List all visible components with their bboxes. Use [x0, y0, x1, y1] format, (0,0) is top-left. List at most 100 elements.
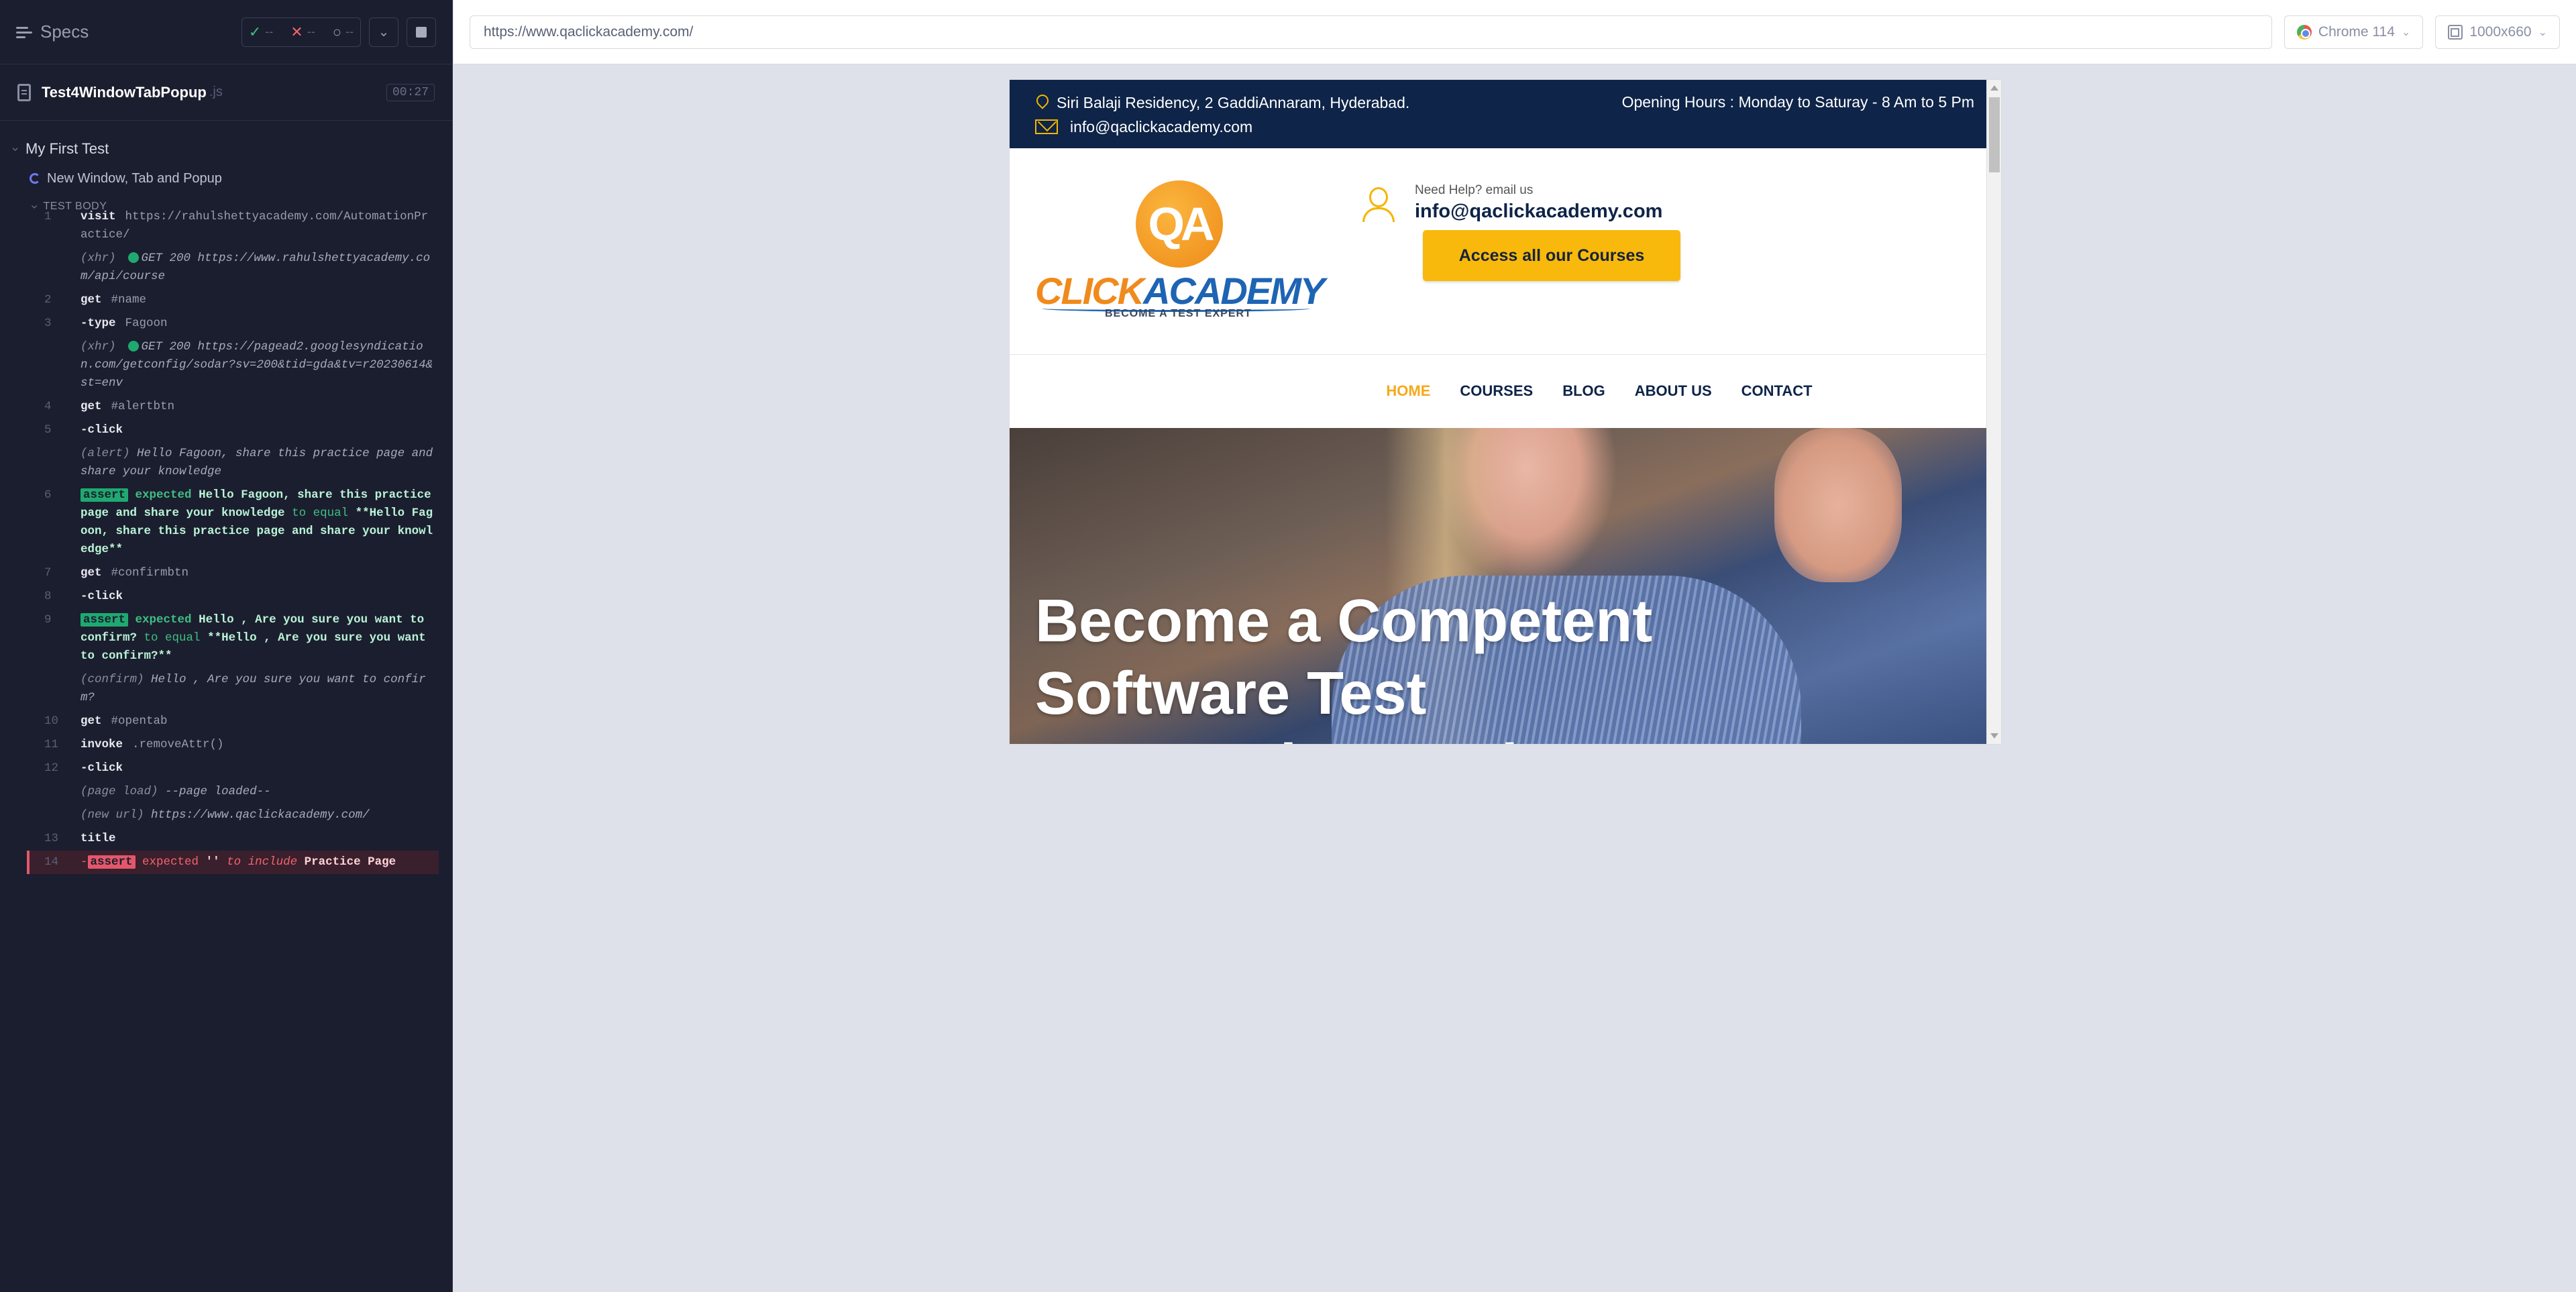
event-message: --page loaded--: [165, 785, 271, 798]
command-row[interactable]: 8 -click: [30, 585, 439, 608]
site-nav: HOME COURSES BLOG ABOUT US CONTACT: [1010, 355, 2001, 427]
command-body: -type Fagoon: [80, 315, 435, 333]
event-message: https://www.qaclickacademy.com/: [151, 808, 370, 822]
command-row[interactable]: 7 get #confirmbtn: [30, 561, 439, 585]
nav-courses[interactable]: COURSES: [1460, 382, 1533, 400]
failed-stat: ✕ --: [290, 23, 315, 41]
help-text: Need Help? email us: [1415, 183, 1534, 197]
event-type: (page load): [80, 785, 158, 798]
site-email[interactable]: info@qaclickacademy.com: [1070, 115, 1252, 139]
assert-expected-word: expected: [142, 855, 199, 869]
scroll-down-arrow-icon[interactable]: [1990, 733, 1998, 739]
command-body: get #opentab: [80, 712, 435, 731]
command-row[interactable]: 5 -click: [30, 419, 439, 442]
command-row[interactable]: 1 visit https://rahulshettyacademy.com/Aut…: [30, 205, 439, 247]
command-number: [30, 445, 80, 481]
command-body: (alert) Hello Fagoon, share this practic…: [80, 445, 435, 481]
spec-ext: .js: [209, 85, 223, 99]
event-message: Hello Fagoon, share this practice page a…: [80, 447, 433, 478]
nav-about-us[interactable]: ABOUT US: [1635, 382, 1712, 400]
command-event-row[interactable]: (confirm) Hello , Are you sure you want …: [30, 668, 439, 710]
run-stats: ✓ -- ✕ -- ○ -- ⌄: [241, 17, 436, 47]
command-number: [30, 806, 80, 824]
xhr-status: GET 200: [141, 340, 191, 354]
spec-row[interactable]: Test4WindowTabPopup .js 00:27: [0, 64, 452, 121]
pending-icon: ○: [332, 23, 341, 40]
nav-blog[interactable]: BLOG: [1562, 382, 1605, 400]
access-courses-button[interactable]: Access all our Courses: [1423, 230, 1680, 281]
command-row[interactable]: 3 -type Fagoon: [30, 312, 439, 335]
pending-count: --: [345, 25, 354, 38]
command-event-row[interactable]: (xhr) GET 200 https://pagead2.googlesyndi…: [30, 335, 439, 395]
event-type: (confirm): [80, 673, 144, 686]
specs-button[interactable]: Specs: [16, 21, 89, 42]
command-body: assert expected Hello Fagoon, share this…: [80, 486, 435, 559]
assert-badge: assert: [80, 488, 129, 502]
command-name: get: [80, 566, 102, 580]
command-body: visit https://rahulshettyacademy.com/Auto…: [80, 208, 435, 244]
command-row[interactable]: 14 - assert expected '' to include Practic…: [27, 851, 439, 874]
aut-header: https://www.qaclickacademy.com/ Chrome 1…: [453, 0, 2576, 64]
command-row[interactable]: 10 get #opentab: [30, 710, 439, 733]
command-row[interactable]: 9 assert expected Hello , Are you sure yo…: [30, 608, 439, 668]
suite-label: My First Test: [25, 140, 109, 157]
collapse-button[interactable]: ⌄: [369, 17, 398, 47]
spec-name: Test4WindowTabPopup: [42, 83, 207, 101]
command-row[interactable]: 4 get #alertbtn: [30, 395, 439, 419]
assert-expected-word: expected: [135, 613, 192, 627]
stop-button[interactable]: [407, 17, 436, 47]
command-row[interactable]: 2 get #name: [30, 288, 439, 312]
browser-selector[interactable]: Chrome 114 ⌄: [2284, 15, 2424, 49]
mail-icon: [1035, 119, 1058, 134]
suite-title[interactable]: › My First Test: [9, 134, 452, 164]
assert-actual: '': [205, 855, 220, 869]
command-message: Fagoon: [125, 317, 168, 330]
assert-badge: assert: [80, 613, 129, 627]
hero-line-2: Software Test: [1035, 660, 1427, 727]
command-number: 1: [44, 210, 52, 223]
command-body: - assert expected '' to include Practice …: [80, 853, 435, 871]
command-number: 12: [44, 761, 59, 775]
command-row[interactable]: 13 title: [30, 827, 439, 851]
command-number: 8: [44, 590, 52, 603]
command-event-row[interactable]: (xhr) GET 200 https://www.rahulshettyacad…: [30, 247, 439, 288]
site-logo[interactable]: QA CLICKACADEMY BECOME A TEST EXPERT: [1035, 180, 1325, 321]
check-icon: ✓: [248, 23, 262, 40]
scroll-up-arrow-icon[interactable]: [1990, 85, 1998, 91]
command-name: -click: [80, 423, 123, 437]
command-body: get #confirmbtn: [80, 564, 435, 582]
site-address: Siri Balaji Residency, 2 GaddiAnnaram, H…: [1057, 94, 1410, 111]
chevron-down-icon: ⌄: [2538, 26, 2547, 38]
command-log: 1 visit https://rahulshettyacademy.com/Aut…: [27, 205, 439, 874]
stop-icon: [416, 26, 427, 38]
test-title[interactable]: New Window, Tab and Popup: [13, 164, 452, 193]
command-number: 5: [44, 423, 52, 437]
scroll-thumb[interactable]: [1989, 97, 2000, 172]
site-topbar: Siri Balaji Residency, 2 GaddiAnnaram, H…: [1010, 80, 2001, 148]
command-row[interactable]: 12 -click: [30, 757, 439, 780]
nav-contact[interactable]: CONTACT: [1741, 382, 1813, 400]
command-row[interactable]: 6 assert expected Hello Fagoon, share thi…: [30, 484, 439, 561]
command-row[interactable]: 11 invoke .removeAttr(): [30, 733, 439, 757]
viewport-selector[interactable]: 1000x660 ⌄: [2435, 15, 2560, 49]
url-bar[interactable]: https://www.qaclickacademy.com/: [470, 15, 2272, 49]
command-prefix: -: [80, 855, 88, 869]
command-name: visit: [80, 210, 116, 223]
command-event-row[interactable]: (alert) Hello Fagoon, share this practic…: [30, 442, 439, 484]
assert-operator: to equal: [292, 506, 349, 520]
command-body: invoke .removeAttr(): [80, 736, 435, 754]
command-event-row[interactable]: (new url) https://www.qaclickacademy.com…: [30, 804, 439, 827]
assert-operator: to include: [227, 855, 298, 869]
command-name: get: [80, 714, 102, 728]
opening-hours: Opening Hours : Monday to Saturay - 8 Am…: [1621, 93, 1974, 111]
help-email[interactable]: info@qaclickacademy.com: [1415, 201, 1662, 223]
command-number: 13: [44, 832, 59, 845]
command-number: [30, 783, 80, 801]
command-number: 2: [44, 293, 52, 307]
site-header: QA CLICKACADEMY BECOME A TEST EXPERT Nee…: [1010, 148, 2001, 355]
document-icon: [17, 83, 31, 101]
nav-home[interactable]: HOME: [1386, 382, 1430, 400]
command-number: 3: [44, 317, 52, 330]
command-event-row[interactable]: (page load) --page loaded--: [30, 780, 439, 804]
aut-scrollbar[interactable]: [1986, 80, 2001, 744]
